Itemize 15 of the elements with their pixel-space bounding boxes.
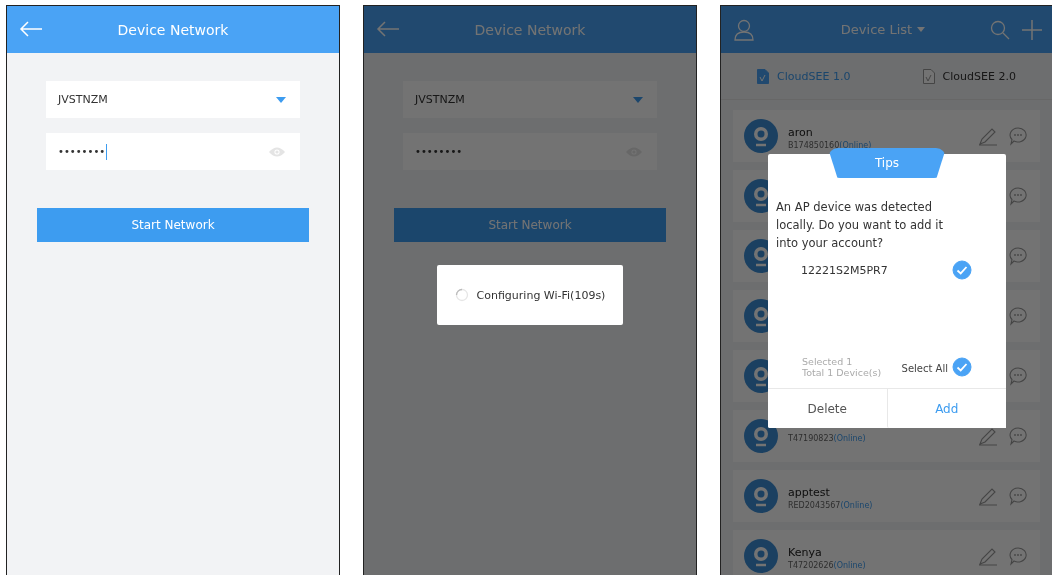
progress-message: Configuring Wi-Fi(109s) [476, 288, 606, 302]
device-name: aron [788, 126, 814, 139]
device-id: T47202626(Online) [788, 561, 867, 570]
screen-title: Device Network [117, 21, 229, 38]
device-id: B174850160(Online) [788, 141, 873, 150]
device-name: Kenya [788, 546, 823, 559]
device-id: T47190823(Online) [788, 433, 867, 443]
dialog-message: An AP device was detected locally. Do you want to add it into your account? [776, 199, 944, 252]
selected-count: Selected 1 [802, 356, 854, 367]
screen-title: Device Network [474, 21, 586, 38]
device-name: apptest [788, 486, 831, 499]
device-serial: 12221S2M5PR7 [801, 263, 888, 277]
device-id: RED2043567(Online) [788, 501, 874, 510]
total-count: Total 1 Device(s) [802, 367, 883, 378]
select-all-label: Select All [901, 361, 948, 374]
